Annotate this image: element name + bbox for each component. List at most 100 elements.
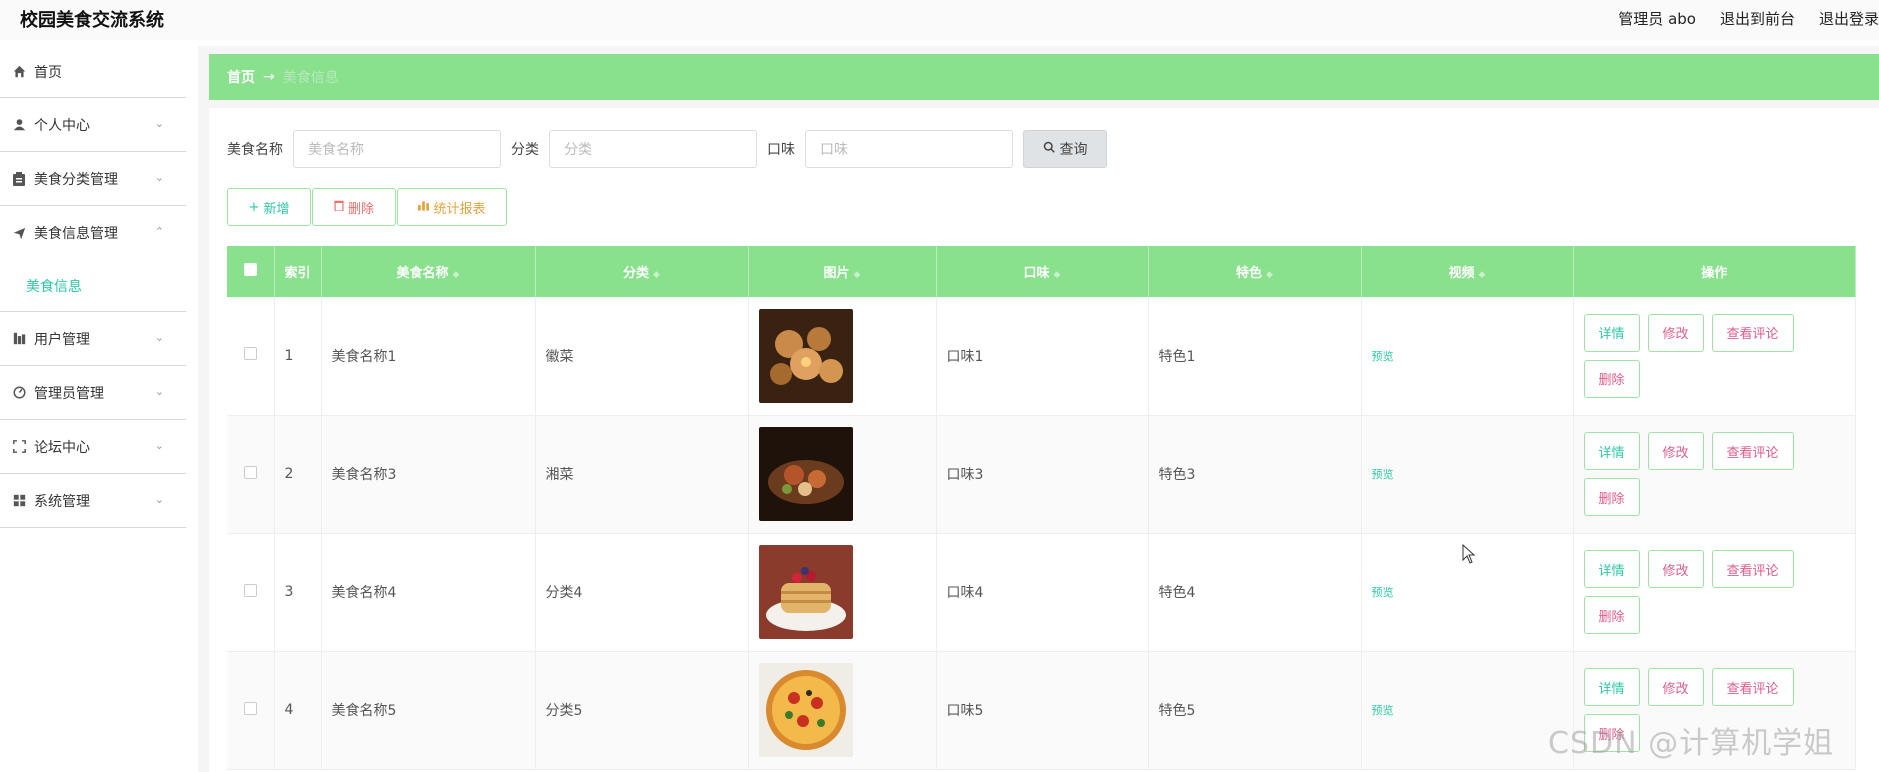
row-delete-button[interactable]: 删除 bbox=[1583, 359, 1640, 398]
video-preview-link[interactable]: 预览 bbox=[1372, 350, 1394, 363]
select-all-header[interactable] bbox=[227, 246, 275, 297]
home-icon bbox=[12, 65, 26, 79]
header-video-label: 视频 bbox=[1448, 266, 1475, 281]
edit-button[interactable]: 修改 bbox=[1647, 550, 1704, 588]
chevron-down-icon: ⌄ bbox=[154, 385, 164, 398]
sidebar-item-label: 美食分类管理 bbox=[34, 171, 118, 188]
cell-ops: 详情 修改 查看评论 删除 bbox=[1573, 297, 1856, 416]
edit-button[interactable]: 修改 bbox=[1647, 432, 1704, 470]
detail-button[interactable]: 详情 bbox=[1583, 550, 1640, 588]
view-comments-button[interactable]: 查看评论 bbox=[1711, 550, 1794, 588]
logout-link[interactable]: 退出登录 bbox=[1819, 8, 1879, 29]
add-button[interactable]: + 新增 bbox=[227, 188, 311, 226]
chevron-down-icon: ⌄ bbox=[154, 493, 164, 506]
cell-image bbox=[748, 533, 937, 652]
row-delete-button[interactable]: 删除 bbox=[1583, 478, 1640, 516]
header-actions: 操作 bbox=[1573, 246, 1856, 297]
sidebar-item-user-mgmt[interactable]: 用户管理 ⌄ bbox=[0, 312, 186, 366]
sidebar-item-label: 美食信息管理 bbox=[34, 226, 118, 242]
cell-name: 美食名称1 bbox=[321, 297, 536, 416]
sidebar-item-category-mgmt[interactable]: 美食分类管理 ⌄ bbox=[0, 152, 186, 206]
row-delete-button[interactable]: 删除 bbox=[1583, 596, 1640, 634]
cell-name: 美食名称5 bbox=[321, 651, 536, 770]
delete-label: 删除 bbox=[347, 201, 374, 217]
cell-feature: 特色4 bbox=[1148, 533, 1362, 652]
trash-icon bbox=[334, 200, 344, 215]
sidebar-item-label: 管理员管理 bbox=[34, 385, 104, 402]
chevron-up-icon: ⌃ bbox=[154, 225, 164, 238]
send-icon bbox=[12, 226, 26, 240]
video-preview-link[interactable]: 预览 bbox=[1372, 468, 1394, 481]
cell-taste: 口味1 bbox=[936, 297, 1149, 416]
breadcrumb: 首页 → 美食信息 bbox=[209, 54, 1879, 100]
detail-button[interactable]: 详情 bbox=[1583, 668, 1640, 706]
detail-button[interactable]: 详情 bbox=[1583, 313, 1640, 352]
view-comments-button[interactable]: 查看评论 bbox=[1711, 432, 1794, 470]
edit-button[interactable]: 修改 bbox=[1647, 668, 1704, 706]
detail-button[interactable]: 详情 bbox=[1583, 432, 1640, 470]
name-label: 美食名称 bbox=[227, 142, 283, 158]
watermark: CSDN @计算机学姐 bbox=[1548, 726, 1835, 761]
sidebar-item-personal[interactable]: 个人中心 ⌄ bbox=[0, 98, 186, 152]
cell-image bbox=[748, 415, 937, 534]
search-form: 美食名称 分类 口味 查询 bbox=[227, 130, 1107, 168]
cell-index: 2 bbox=[274, 415, 322, 534]
select-all-checkbox[interactable] bbox=[243, 263, 257, 276]
category-search-input[interactable] bbox=[549, 130, 757, 168]
cell-image bbox=[748, 651, 937, 770]
edit-button[interactable]: 修改 bbox=[1647, 313, 1704, 352]
clipboard-icon bbox=[12, 171, 26, 186]
header-video[interactable]: 视频 ◆ bbox=[1361, 246, 1574, 297]
food-table: 索引 美食名称 ◆ 分类 ◆ 图片 ◆ 口味 ◆ 特色 ◆ 视频 ◆ 操作 1 美食名称1 … bbox=[227, 246, 1856, 770]
cell-video: 预览 bbox=[1361, 415, 1574, 534]
sidebar-item-food-mgmt[interactable]: 美食信息管理 ⌃ bbox=[0, 206, 186, 260]
cell-category: 徽菜 bbox=[535, 297, 749, 416]
view-comments-button[interactable]: 查看评论 bbox=[1711, 668, 1794, 706]
sidebar-subitem-food-info[interactable]: 美食信息 bbox=[0, 260, 186, 312]
header-image[interactable]: 图片 ◆ bbox=[748, 246, 937, 297]
header-category[interactable]: 分类 ◆ bbox=[535, 246, 749, 297]
cell-image bbox=[748, 297, 937, 416]
sort-icon: ◆ bbox=[653, 270, 660, 280]
breadcrumb-current: 美食信息 bbox=[282, 70, 339, 86]
sort-icon: ◆ bbox=[1266, 270, 1273, 280]
sidebar-item-forum[interactable]: 论坛中心 ⌄ bbox=[0, 420, 186, 474]
video-preview-link[interactable]: 预览 bbox=[1372, 704, 1394, 717]
delete-button[interactable]: 删除 bbox=[312, 188, 396, 226]
row-checkbox[interactable] bbox=[243, 583, 257, 597]
row-select-cell bbox=[227, 415, 275, 534]
cell-taste: 口味5 bbox=[936, 651, 1149, 770]
sidebar-item-home[interactable]: 首页 bbox=[0, 46, 186, 98]
plus-icon: + bbox=[248, 199, 260, 215]
query-button[interactable]: 查询 bbox=[1023, 130, 1107, 168]
back-to-front-link[interactable]: 退出到前台 bbox=[1720, 8, 1795, 29]
taste-search-input[interactable] bbox=[805, 130, 1013, 168]
video-preview-link[interactable]: 预览 bbox=[1372, 586, 1394, 599]
stats-label: 统计报表 bbox=[433, 201, 486, 217]
sort-icon: ◆ bbox=[452, 270, 460, 280]
cell-category: 分类4 bbox=[535, 533, 749, 652]
add-label: 新增 bbox=[263, 201, 290, 217]
header-name[interactable]: 美食名称 ◆ bbox=[321, 246, 536, 297]
stats-report-button[interactable]: 统计报表 bbox=[397, 188, 507, 226]
sidebar-item-label: 首页 bbox=[34, 64, 62, 81]
header-taste[interactable]: 口味 ◆ bbox=[936, 246, 1149, 297]
table-header-row: 索引 美食名称 ◆ 分类 ◆ 图片 ◆ 口味 ◆ 特色 ◆ 视频 ◆ 操作 bbox=[227, 246, 1856, 297]
header-feature[interactable]: 特色 ◆ bbox=[1148, 246, 1362, 297]
name-search-input[interactable] bbox=[293, 130, 501, 168]
row-select-cell bbox=[227, 533, 275, 652]
row-checkbox[interactable] bbox=[243, 347, 257, 361]
food-image bbox=[758, 663, 853, 757]
row-checkbox[interactable] bbox=[243, 701, 257, 715]
sidebar-item-label: 个人中心 bbox=[34, 117, 90, 134]
breadcrumb-home[interactable]: 首页 bbox=[227, 67, 255, 87]
chart-icon bbox=[12, 332, 26, 346]
sidebar-item-admin-mgmt[interactable]: 管理员管理 ⌄ bbox=[0, 366, 186, 420]
cell-name: 美食名称4 bbox=[321, 533, 536, 652]
sort-icon: ◆ bbox=[1053, 270, 1061, 280]
row-checkbox[interactable] bbox=[243, 465, 257, 479]
view-comments-button[interactable]: 查看评论 bbox=[1711, 313, 1794, 352]
chevron-down-icon: ⌄ bbox=[154, 331, 164, 344]
sidebar-item-system[interactable]: 系统管理 ⌄ bbox=[0, 474, 186, 528]
cell-feature: 特色3 bbox=[1148, 415, 1362, 534]
